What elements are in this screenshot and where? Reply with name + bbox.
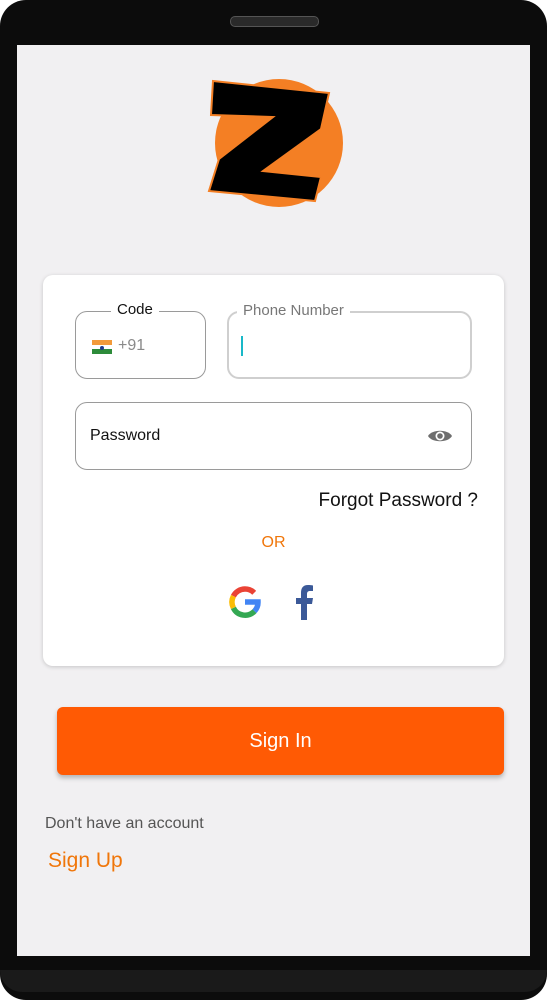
eye-icon[interactable] [427,427,453,445]
phone-frame: Code +91 Phone Number Password Forgot Pa… [0,0,547,1000]
or-divider-text: OR [261,534,286,551]
forgot-password-link[interactable]: Forgot Password ? [319,490,478,512]
country-code-value: +91 [118,337,146,354]
sign-up-link[interactable]: Sign Up [48,849,123,873]
login-card: Code +91 Phone Number Password Forgot Pa… [43,275,504,666]
password-placeholder: Password [90,427,161,444]
code-label: Code [111,301,159,318]
country-code-selector[interactable]: Code +91 [75,301,206,379]
password-input[interactable]: Password [75,402,472,470]
phone-number-label: Phone Number [237,302,350,319]
phone-number-input[interactable]: Phone Number [227,302,472,379]
app-logo [207,79,343,207]
sign-in-button[interactable]: Sign In [57,707,504,775]
text-cursor [241,336,243,356]
facebook-icon[interactable] [293,584,315,620]
india-flag-icon [92,340,112,354]
speaker-grille [230,16,319,27]
app-screen: Code +91 Phone Number Password Forgot Pa… [17,45,530,956]
phone-bottom-bezel [0,970,547,992]
google-icon[interactable] [228,585,262,619]
no-account-text: Don't have an account [45,815,204,832]
